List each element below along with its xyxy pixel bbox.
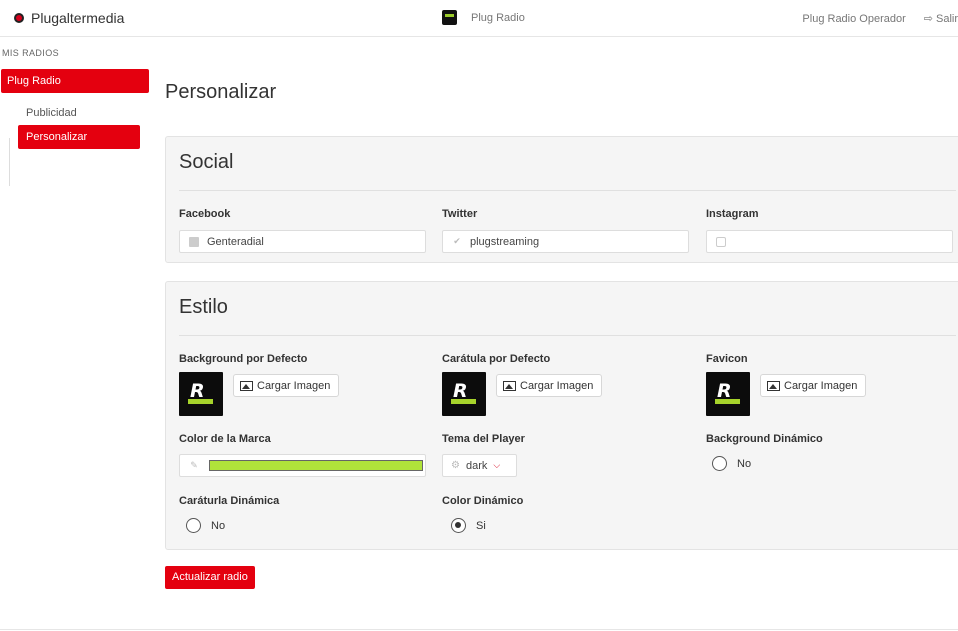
caratula-dinamica-value: No [211, 519, 226, 532]
footer-divider [0, 629, 958, 630]
operator-link[interactable]: Plug Radio Operador [802, 13, 905, 25]
instagram-label: Instagram [706, 208, 759, 220]
sidebar-item-plug-radio[interactable]: Plug Radio [1, 69, 149, 93]
favicon-thumbnail: R [706, 372, 750, 416]
logout-button[interactable]: ⇨ Salir [923, 12, 958, 26]
background-thumbnail: R [179, 372, 223, 416]
facebook-value: Genteradial [207, 235, 264, 248]
sidebar-item-publicidad[interactable]: Publicidad [26, 107, 77, 119]
bg-dinamico-value: No [737, 457, 752, 470]
twitter-field[interactable]: ✔ plugstreaming [442, 230, 689, 253]
image-icon [503, 380, 516, 391]
caratula-upload-button[interactable]: Cargar Imagen [496, 374, 603, 397]
sidebar-submenu-line [9, 138, 10, 186]
upload-label: Cargar Imagen [520, 379, 594, 392]
color-label: Color de la Marca [179, 433, 271, 445]
background-upload-button[interactable]: Cargar Imagen [233, 374, 340, 397]
facebook-icon [189, 236, 199, 247]
caratula-label: Carátula por Defecto [442, 353, 551, 365]
color-dinamico-radio[interactable]: Si [451, 518, 486, 533]
facebook-field[interactable]: Genteradial [179, 230, 426, 253]
brand-color-picker[interactable]: ✎ [179, 454, 426, 477]
brand-name: Plugaltermedia [31, 10, 125, 26]
current-radio: Plug Radio [442, 10, 525, 25]
tema-value: dark [465, 459, 488, 472]
twitter-icon: ✔ [453, 236, 461, 246]
sidebar-header: MIS RADIOS [2, 48, 60, 58]
user-menu: Plug Radio Operador ⇨ Salir [802, 12, 958, 26]
twitter-label: Twitter [442, 208, 478, 220]
social-panel: Social Facebook Genteradial Twitter ✔ pl… [165, 136, 958, 263]
upload-label: Cargar Imagen [784, 379, 858, 392]
caratula-dinamica-label: Caráturla Dinámica [179, 495, 280, 507]
sidebar-item-personalizar[interactable]: Personalizar [18, 125, 140, 149]
instagram-field[interactable] [706, 230, 953, 253]
tema-select[interactable]: ⚙ dark ⌵ [442, 454, 517, 477]
gear-icon: ⚙ [451, 460, 460, 471]
top-navbar: Plugaltermedia Plug Radio Plug Radio Ope… [0, 0, 958, 37]
image-icon [240, 380, 253, 391]
social-title: Social [179, 151, 234, 173]
bg-dinamico-radio[interactable]: No [712, 456, 751, 471]
facebook-label: Facebook [179, 208, 231, 220]
brand-link[interactable]: Plugaltermedia [14, 10, 124, 26]
bg-dinamico-label: Background Dinámico [706, 433, 823, 445]
image-icon [767, 380, 780, 391]
favicon-label: Favicon [706, 353, 748, 365]
color-swatch [209, 460, 423, 471]
chevron-down-icon: ⌵ [493, 460, 501, 470]
radio-circle-checked [451, 518, 466, 533]
favicon-upload-button[interactable]: Cargar Imagen [760, 374, 867, 397]
estilo-title: Estilo [179, 296, 228, 318]
caratula-dinamica-radio[interactable]: No [186, 518, 225, 533]
color-dinamico-label: Color Dinámico [442, 495, 524, 507]
update-radio-button[interactable]: Actualizar radio [165, 566, 255, 589]
divider [179, 190, 956, 191]
estilo-panel: Estilo Background por Defecto R Cargar I… [165, 281, 958, 550]
brush-icon: ✎ [190, 460, 198, 470]
divider [179, 335, 956, 336]
current-radio-title: Plug Radio [471, 11, 525, 24]
logout-icon: ⇨ [923, 13, 933, 25]
color-dinamico-value: Si [476, 519, 486, 532]
page-title: Personalizar [165, 81, 277, 103]
twitter-value: plugstreaming [470, 235, 540, 248]
logout-label: Salir [935, 12, 958, 25]
tema-label: Tema del Player [442, 433, 525, 445]
background-label: Background por Defecto [179, 353, 308, 365]
upload-label: Cargar Imagen [257, 379, 331, 392]
radio-circle [712, 456, 727, 471]
brand-logo-icon [14, 13, 24, 23]
instagram-icon [716, 236, 726, 247]
radio-circle [186, 518, 201, 533]
caratula-thumbnail: R [442, 372, 486, 416]
radio-logo-icon [442, 10, 457, 25]
